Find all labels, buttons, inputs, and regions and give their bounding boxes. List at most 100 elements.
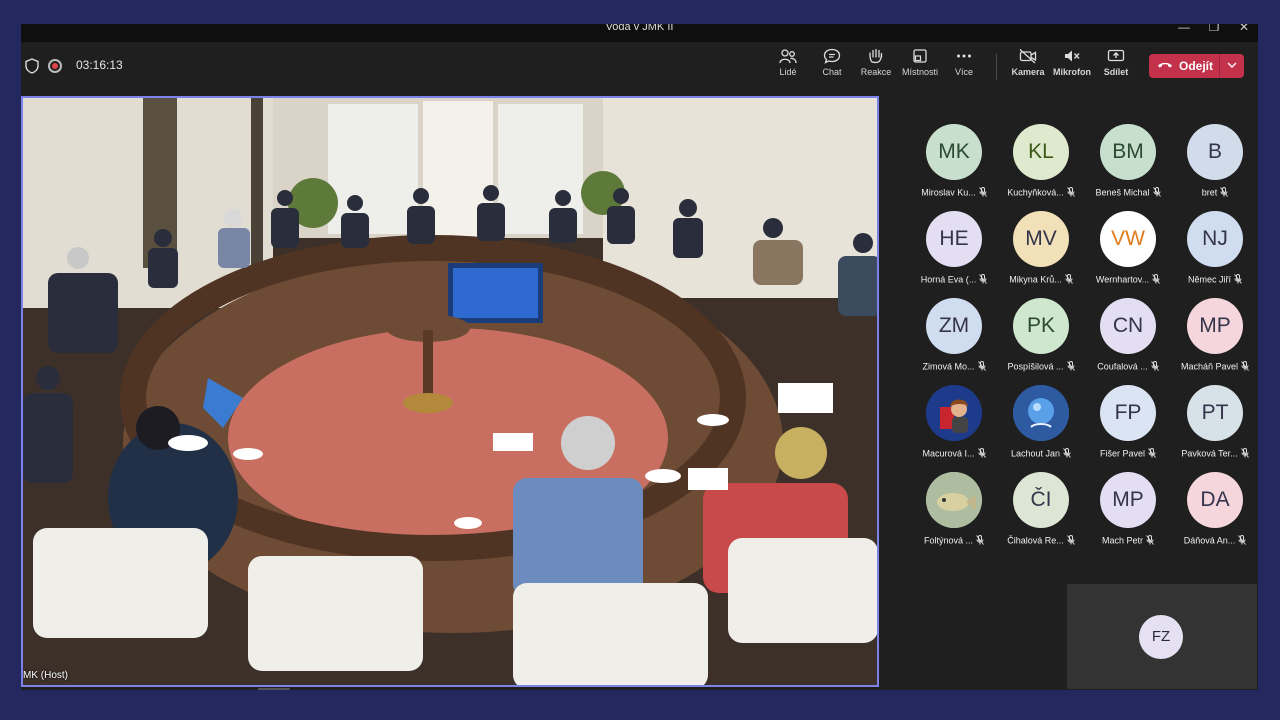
window-title: Voda v JMK II — [605, 24, 674, 33]
leave-button[interactable]: Odejít — [1149, 54, 1244, 78]
participant-card[interactable]: KL Kuchyňková... — [998, 124, 1084, 199]
participant-card[interactable]: DA Dáňová An... — [1172, 472, 1258, 547]
participant-avatar: NJ — [1187, 211, 1243, 267]
participant-card[interactable]: MK Miroslav Ku... — [911, 124, 997, 199]
participant-card[interactable]: NJ Němec Jiří — [1172, 211, 1258, 286]
participant-name-text: bret — [1201, 187, 1218, 198]
participant-name: Čihalová Re... — [998, 535, 1084, 547]
participant-card[interactable]: PK Pospíšilová ... — [998, 298, 1084, 373]
participant-avatar: MP — [1187, 298, 1243, 354]
participant-avatar: KL — [1013, 124, 1069, 180]
maximize-icon[interactable]: ❐ — [1204, 24, 1224, 34]
participant-avatar — [926, 385, 982, 441]
participant-name-text: Pavková Ter... — [1181, 448, 1238, 459]
participant-card[interactable]: Lachout Jan — [998, 385, 1084, 460]
muted-mic-icon — [1066, 361, 1075, 373]
participant-name: Beneš Michal — [1085, 187, 1171, 199]
muted-mic-icon — [1241, 361, 1249, 373]
participant-avatar: PT — [1187, 385, 1243, 441]
participant-avatar: PK — [1013, 298, 1069, 354]
participant-avatar — [926, 472, 982, 528]
participant-avatar: CN — [1100, 298, 1156, 354]
muted-mic-icon — [978, 187, 987, 199]
participant-card[interactable]: BM Beneš Michal — [1085, 124, 1171, 199]
people-label: Lidé — [779, 67, 797, 77]
more-button[interactable]: Více — [941, 48, 987, 77]
participant-avatar: MP — [1100, 472, 1156, 528]
participant-card[interactable]: FP Fišer Pavel — [1085, 385, 1171, 460]
participant-name-text: Coufalová ... — [1097, 361, 1148, 372]
muted-mic-icon — [1064, 274, 1073, 286]
participant-card[interactable]: ZM Zimová Mo... — [911, 298, 997, 373]
participant-name: Macháň Pavel — [1172, 361, 1258, 373]
participant-card[interactable]: CN Coufalová ... — [1085, 298, 1171, 373]
microphone-button[interactable]: Mikrofon — [1049, 48, 1095, 77]
muted-mic-icon — [977, 448, 986, 460]
participant-name-text: Lachout Jan — [1010, 448, 1061, 459]
meeting-toolbar: 03:16:13 Lidé Chat Reakce Místnosti Více… — [21, 42, 1258, 90]
more-icon — [957, 54, 971, 58]
chat-icon — [823, 48, 841, 64]
camera-button[interactable]: Kamera — [1005, 48, 1051, 77]
participant-card[interactable]: Macurová I... — [911, 385, 997, 460]
participant-name-text: Foltýnová ... — [923, 535, 974, 546]
participant-name-text: Fišer Pavel — [1099, 448, 1145, 459]
self-video-tile[interactable]: FZ — [1067, 584, 1257, 689]
participant-name: Pavková Ter... — [1172, 448, 1258, 460]
participant-name-text: Kuchyňková... — [1007, 187, 1064, 198]
shield-icon[interactable] — [24, 58, 40, 74]
people-icon — [779, 49, 797, 64]
recording-icon — [48, 59, 62, 73]
chat-button[interactable]: Chat — [809, 48, 855, 77]
participant-name: Wernhartov... — [1085, 274, 1171, 286]
participant-name: Foltýnová ... — [911, 535, 997, 547]
participant-name: Horná Eva (... — [911, 274, 997, 286]
muted-mic-icon — [1152, 187, 1161, 199]
participant-name-text: Macháň Pavel — [1180, 361, 1239, 372]
participant-name: Kuchyňková... — [998, 187, 1084, 199]
participant-name-text: Pospíšilová ... — [1007, 361, 1064, 372]
close-icon[interactable]: ✕ — [1234, 24, 1254, 34]
participant-name: Zimová Mo... — [911, 361, 997, 373]
participant-card[interactable]: PT Pavková Ter... — [1172, 385, 1258, 460]
muted-mic-icon — [1066, 535, 1075, 547]
participant-avatar: VW — [1100, 211, 1156, 267]
camera-off-icon — [1019, 49, 1037, 64]
main-video-stage[interactable]: MK (Host) — [21, 96, 879, 687]
minimize-icon[interactable]: — — [1174, 24, 1194, 34]
participant-name: Dáňová An... — [1172, 535, 1258, 547]
participant-card[interactable]: HE Horná Eva (... — [911, 211, 997, 286]
participant-name-text: Beneš Michal — [1095, 187, 1150, 198]
participant-name: Němec Jiří — [1172, 274, 1258, 286]
participant-name-text: Dáňová An... — [1183, 535, 1236, 546]
participant-card[interactable]: VW Wernhartov... — [1085, 211, 1171, 286]
participant-avatar: DA — [1187, 472, 1243, 528]
title-bar: Voda v JMK II — ❐ ✕ — [21, 24, 1258, 42]
participant-card[interactable]: MP Macháň Pavel — [1172, 298, 1258, 373]
chevron-down-icon[interactable] — [1226, 58, 1238, 72]
rooms-button[interactable]: Místnosti — [897, 48, 943, 77]
participant-name-text: Mach Petr — [1101, 535, 1143, 546]
participant-name: Pospíšilová ... — [998, 361, 1084, 373]
participant-avatar: B — [1187, 124, 1243, 180]
participant-card[interactable]: ČI Čihalová Re... — [998, 472, 1084, 547]
participant-name-text: Němec Jiří — [1187, 274, 1231, 285]
participant-name-text: Macurová I... — [922, 448, 975, 459]
participant-card[interactable]: Bbret — [1172, 124, 1258, 199]
rooms-label: Místnosti — [901, 67, 938, 77]
participant-card[interactable]: MP Mach Petr — [1085, 472, 1171, 547]
participant-name-text: Čihalová Re... — [1007, 535, 1064, 546]
participant-name-text: Wernhartov... — [1095, 274, 1150, 285]
participant-name: Coufalová ... — [1085, 361, 1171, 373]
share-label: Sdílet — [1103, 67, 1129, 77]
participant-card[interactable]: Foltýnová ... — [911, 472, 997, 547]
people-button[interactable]: Lidé — [765, 48, 811, 77]
participant-name: bret — [1172, 187, 1258, 199]
meeting-timer: 03:16:13 — [76, 58, 123, 72]
participant-name: Mach Petr — [1085, 535, 1171, 547]
participant-card[interactable]: MV Mikyna Krů... — [998, 211, 1084, 286]
reactions-button[interactable]: Reakce — [853, 48, 899, 77]
stage-scroll-indicator[interactable] — [258, 688, 290, 690]
participant-name-text: Miroslav Ku... — [921, 187, 976, 198]
share-button[interactable]: Sdílet — [1093, 48, 1139, 77]
